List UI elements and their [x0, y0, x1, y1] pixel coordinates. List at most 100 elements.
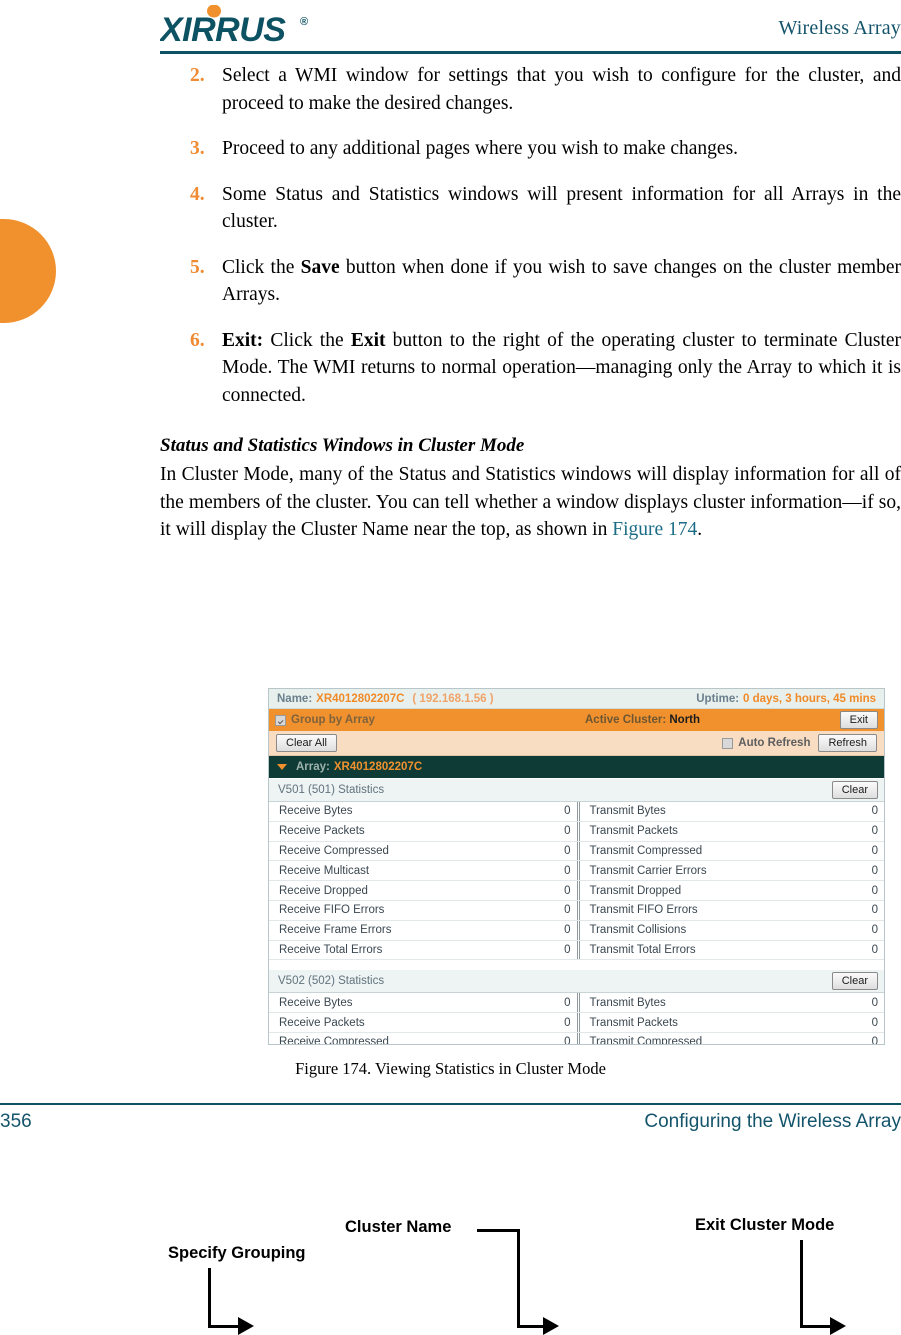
wmi-name-bar: Name: XR4012802207C ( 192.168.1.56 ) Upt…: [269, 689, 884, 709]
group-by-array-label[interactable]: Group by Array: [291, 714, 375, 726]
stat-value: 0: [871, 1016, 878, 1029]
leader-line-exit-horizontal: [800, 1325, 832, 1328]
stat-value: 0: [564, 844, 571, 857]
leader-line-cluster-vertical: [517, 1229, 520, 1325]
stat-value: 0: [871, 996, 878, 1009]
statistics-row: Receive Packets 0 Transmit Packets 0: [269, 821, 885, 842]
stat-key: Transmit Compressed: [589, 844, 703, 857]
transmit-stat-cell: Transmit Carrier Errors 0: [576, 861, 885, 881]
step-text-pre: Click the: [222, 256, 301, 278]
stat-value: 0: [564, 1016, 571, 1029]
step-text: Some Status and Statistics windows will …: [222, 183, 901, 233]
stat-value: 0: [871, 924, 878, 937]
callout-exit-cluster-mode: Exit Cluster Mode: [695, 1216, 835, 1234]
section-paragraph: In Cluster Mode, many of the Status and …: [160, 461, 901, 544]
section-heading: Status and Statistics Windows in Cluster…: [160, 435, 525, 456]
step-number: 6.: [190, 329, 205, 351]
leader-arrow-cluster: [543, 1317, 559, 1335]
callout-specify-grouping: Specify Grouping: [168, 1244, 306, 1262]
auto-refresh-checkbox[interactable]: [722, 737, 734, 749]
statistics-row: Receive Compressed 0 Transmit Compressed 0: [269, 841, 885, 862]
auto-refresh-label[interactable]: Auto Refresh: [738, 737, 810, 749]
receive-stat-cell: Receive Compressed 0: [269, 842, 577, 861]
stat-value: 0: [871, 805, 878, 818]
stat-value: 0: [871, 884, 878, 897]
stat-key: Transmit Dropped: [589, 884, 682, 897]
statistics-row: Receive Bytes 0 Transmit Bytes 0: [269, 993, 885, 1014]
stat-value: 0: [564, 924, 571, 937]
refresh-button[interactable]: Refresh: [818, 734, 877, 752]
stat-key: Transmit FIFO Errors: [589, 904, 698, 917]
receive-stat-cell: Receive Packets 0: [269, 1013, 577, 1032]
transmit-stat-cell: Transmit Collisions 0: [576, 920, 885, 940]
paragraph-text-post: .: [697, 519, 703, 540]
exit-cluster-button[interactable]: Exit: [839, 711, 878, 729]
stat-value: 0: [871, 844, 878, 857]
leader-line-cluster-horizontal-bottom: [517, 1325, 545, 1328]
statistics-section-title: V502 (502) Statistics: [278, 975, 385, 988]
step-text-pre: Click the: [263, 329, 351, 351]
stat-key: Receive Total Errors: [279, 943, 383, 956]
clear-statistics-button[interactable]: Clear: [831, 972, 878, 991]
stat-value: 0: [871, 904, 878, 917]
stat-key: Receive FIFO Errors: [279, 904, 385, 917]
stat-key: Receive Compressed: [279, 844, 389, 857]
transmit-stat-cell: Transmit Total Errors 0: [576, 940, 885, 960]
step-number: 5.: [190, 256, 205, 278]
transmit-stat-cell: Transmit Compressed 0: [576, 1032, 885, 1045]
transmit-stat-cell: Transmit Bytes 0: [576, 993, 885, 1013]
receive-stat-cell: Receive Frame Errors 0: [269, 921, 577, 940]
stat-value: 0: [871, 864, 878, 877]
transmit-stat-cell: Transmit Dropped 0: [576, 881, 885, 900]
footer-chapter-title: Configuring the Wireless Array: [644, 1111, 901, 1132]
receive-stat-cell: Receive Compressed 0: [269, 1033, 577, 1045]
callout-cluster-name: Cluster Name: [345, 1218, 452, 1236]
uptime-label: Uptime:: [696, 692, 740, 705]
stat-key: Receive Packets: [279, 1016, 365, 1029]
statistics-row: Receive Packets 0 Transmit Packets 0: [269, 1013, 884, 1033]
transmit-stat-cell: Transmit FIFO Errors 0: [576, 900, 885, 920]
stat-value: 0: [564, 805, 571, 818]
stat-key: Transmit Packets: [589, 1016, 678, 1029]
clear-all-button[interactable]: Clear All: [276, 734, 337, 752]
page-number: 356: [0, 1111, 32, 1132]
leader-line-exit-vertical: [800, 1240, 803, 1325]
page-content: 2. Select a WMI window for settings that…: [160, 62, 901, 544]
stat-value: 0: [564, 904, 571, 917]
statistics-section-title: V501 (501) Statistics: [278, 784, 385, 796]
statistics-row: Receive Total Errors 0 Transmit Total Erro…: [269, 940, 885, 961]
statistics-row: Receive Multicast 0 Transmit Carrier Error…: [269, 861, 885, 882]
stat-key: Transmit Carrier Errors: [589, 864, 707, 877]
receive-stat-cell: Receive Dropped 0: [269, 881, 577, 900]
step-text: Proceed to any additional pages where yo…: [222, 138, 739, 159]
header-divider: [160, 51, 901, 54]
footer-divider: [0, 1103, 901, 1105]
stat-value: 0: [564, 825, 571, 838]
stat-key: Transmit Bytes: [589, 805, 666, 818]
wmi-array-group-header[interactable]: Array: XR4012802207C: [269, 756, 884, 778]
stat-key: Transmit Bytes: [589, 996, 666, 1009]
step-item: 5. Click the Save button when done if yo…: [160, 254, 901, 309]
leader-arrow-exit: [830, 1317, 846, 1335]
stat-value: 0: [871, 1036, 878, 1045]
step-emphasis: Exit: [350, 329, 386, 351]
statistics-table: Receive Bytes 0 Transmit Bytes 0 Receive Pac…: [269, 802, 885, 961]
stat-key: Receive Compressed: [279, 1036, 389, 1045]
statistics-row: Receive Bytes 0 Transmit Bytes 0: [269, 802, 884, 822]
chevron-down-icon[interactable]: [277, 764, 287, 770]
clear-statistics-button[interactable]: Clear: [831, 781, 878, 799]
receive-stat-cell: Receive FIFO Errors 0: [269, 901, 577, 920]
active-cluster-status: Active Cluster: North: [585, 714, 700, 726]
group-by-array-checkbox[interactable]: [275, 714, 286, 726]
paragraph-text-pre: In Cluster Mode, many of the Status and …: [160, 464, 901, 540]
leader-line-specify-vertical: [208, 1268, 211, 1327]
stat-key: Transmit Packets: [589, 825, 678, 838]
uptime-value: 0 days, 3 hours, 45 mins: [743, 692, 876, 705]
stat-value: 0: [871, 825, 878, 838]
statistics-row: Receive Dropped 0 Transmit Dropped 0: [269, 881, 884, 901]
transmit-stat-cell: Transmit Compressed 0: [576, 841, 885, 861]
transmit-stat-cell: Transmit Packets 0: [576, 821, 885, 841]
step-number: 2.: [190, 65, 205, 86]
figure-cross-reference[interactable]: Figure 174: [612, 519, 697, 540]
stat-value: 0: [564, 884, 571, 897]
